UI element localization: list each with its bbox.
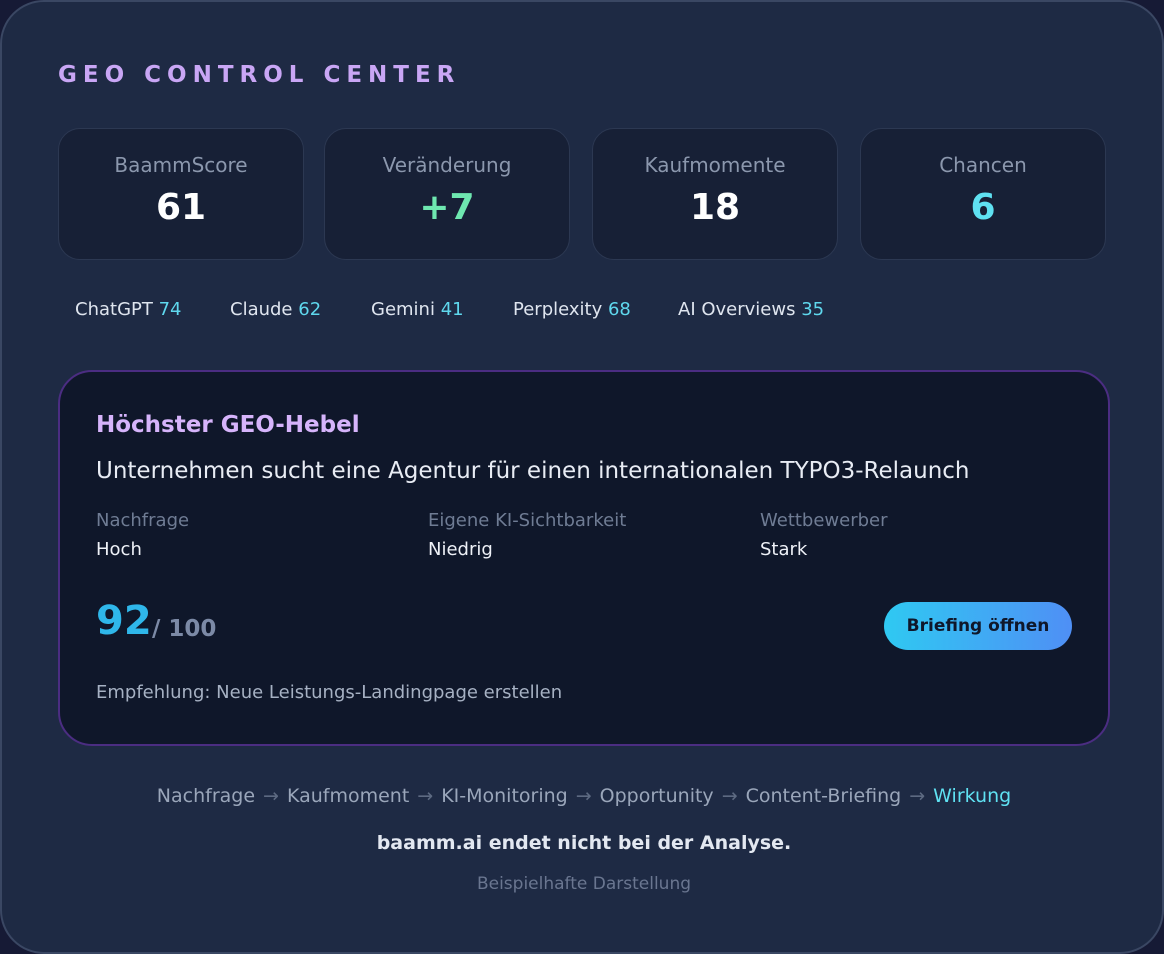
model-score: 74 [158,299,182,320]
metric-label: Eigene KI-Sichtbarkeit [428,510,627,531]
stat-value: 6 [970,187,996,228]
model-score-perplexity: Perplexity 68 [513,299,631,320]
metric-value: Hoch [96,539,142,560]
model-score: 35 [801,299,825,320]
arrow-right-icon: → [721,785,738,807]
model-score: 41 [440,299,464,320]
metric-label: Wettbewerber [760,510,888,531]
model-name: ChatGPT [75,299,153,320]
metric-nachfrage: Nachfrage Hoch [96,510,189,560]
metric-label: Nachfrage [96,510,190,531]
arrow-right-icon: → [575,785,592,807]
lever-score-max: / 100 [152,616,217,642]
tagline: baamm.ai endet nicht bei der Analyse. [376,832,792,854]
metric-value: Niedrig [428,539,493,560]
stat-card-chancen: Chancen 6 [860,128,1106,260]
lever-subtitle: Unternehmen sucht eine Agentur für einen… [96,458,970,484]
workflow-steps: Nachfrage → Kaufmoment → KI-Monitoring → Oppor… [2,785,1164,807]
arrow-right-icon: → [417,785,434,807]
stat-label: Chancen [939,153,1027,177]
page-title: GEO CONTROL CENTER [58,62,461,88]
model-name: Perplexity [513,299,603,320]
metric-ki-sichtbarkeit: Eigene KI-Sichtbarkeit Niedrig [428,510,626,560]
arrow-right-icon: → [263,785,279,807]
flow-step-opportunity: Opportunity [599,785,714,807]
footnote: Beispielhafte Darstellung [476,874,692,894]
flow-step-nachfrage: Nachfrage [156,785,256,807]
model-score-chatgpt: ChatGPT 74 [75,299,182,320]
model-score-ai-overviews: AI Overviews 35 [678,299,824,320]
geo-control-center-panel: GEO CONTROL CENTER BaammScore 61 Verände… [0,0,1164,954]
model-score-gemini: Gemini 41 [371,299,464,320]
model-score: 62 [298,299,322,320]
recommendation-text: Empfehlung: Neue Leistungs-Landingpage e… [96,682,563,703]
briefing-open-button[interactable]: Briefing öffnen [884,602,1072,650]
stat-card-veraenderung: Veränderung +7 [324,128,570,260]
stat-label: BaammScore [114,153,248,177]
metric-value: Stark [760,539,808,560]
arrow-right-icon: → [909,785,926,807]
model-score-claude: Claude 62 [230,299,321,320]
flow-step-kaufmoment: Kaufmoment [286,785,410,807]
lever-score: 92 [96,598,152,644]
stat-card-baammscore: BaammScore 61 [58,128,304,260]
stat-label: Veränderung [382,153,512,177]
flow-step-ki-monitoring: KI-Monitoring [441,785,568,807]
stat-value: +7 [419,187,475,228]
model-name: Claude [230,299,293,320]
model-score: 68 [607,299,631,320]
flow-step-wirkung: Wirkung [933,785,1012,807]
stat-label: Kaufmomente [644,153,786,177]
top-geo-lever-card: Höchster GEO-Hebel Unternehmen sucht ein… [58,370,1110,746]
stat-card-kaufmomente: Kaufmomente 18 [592,128,838,260]
stat-value: 18 [689,187,741,228]
flow-step-content-briefing: Content-Briefing [745,785,902,807]
model-name: AI Overviews [678,299,796,320]
model-name: Gemini [371,299,435,320]
stat-value: 61 [155,187,207,228]
metric-wettbewerber: Wettbewerber Stark [760,510,888,560]
lever-title: Höchster GEO-Hebel [96,412,360,438]
